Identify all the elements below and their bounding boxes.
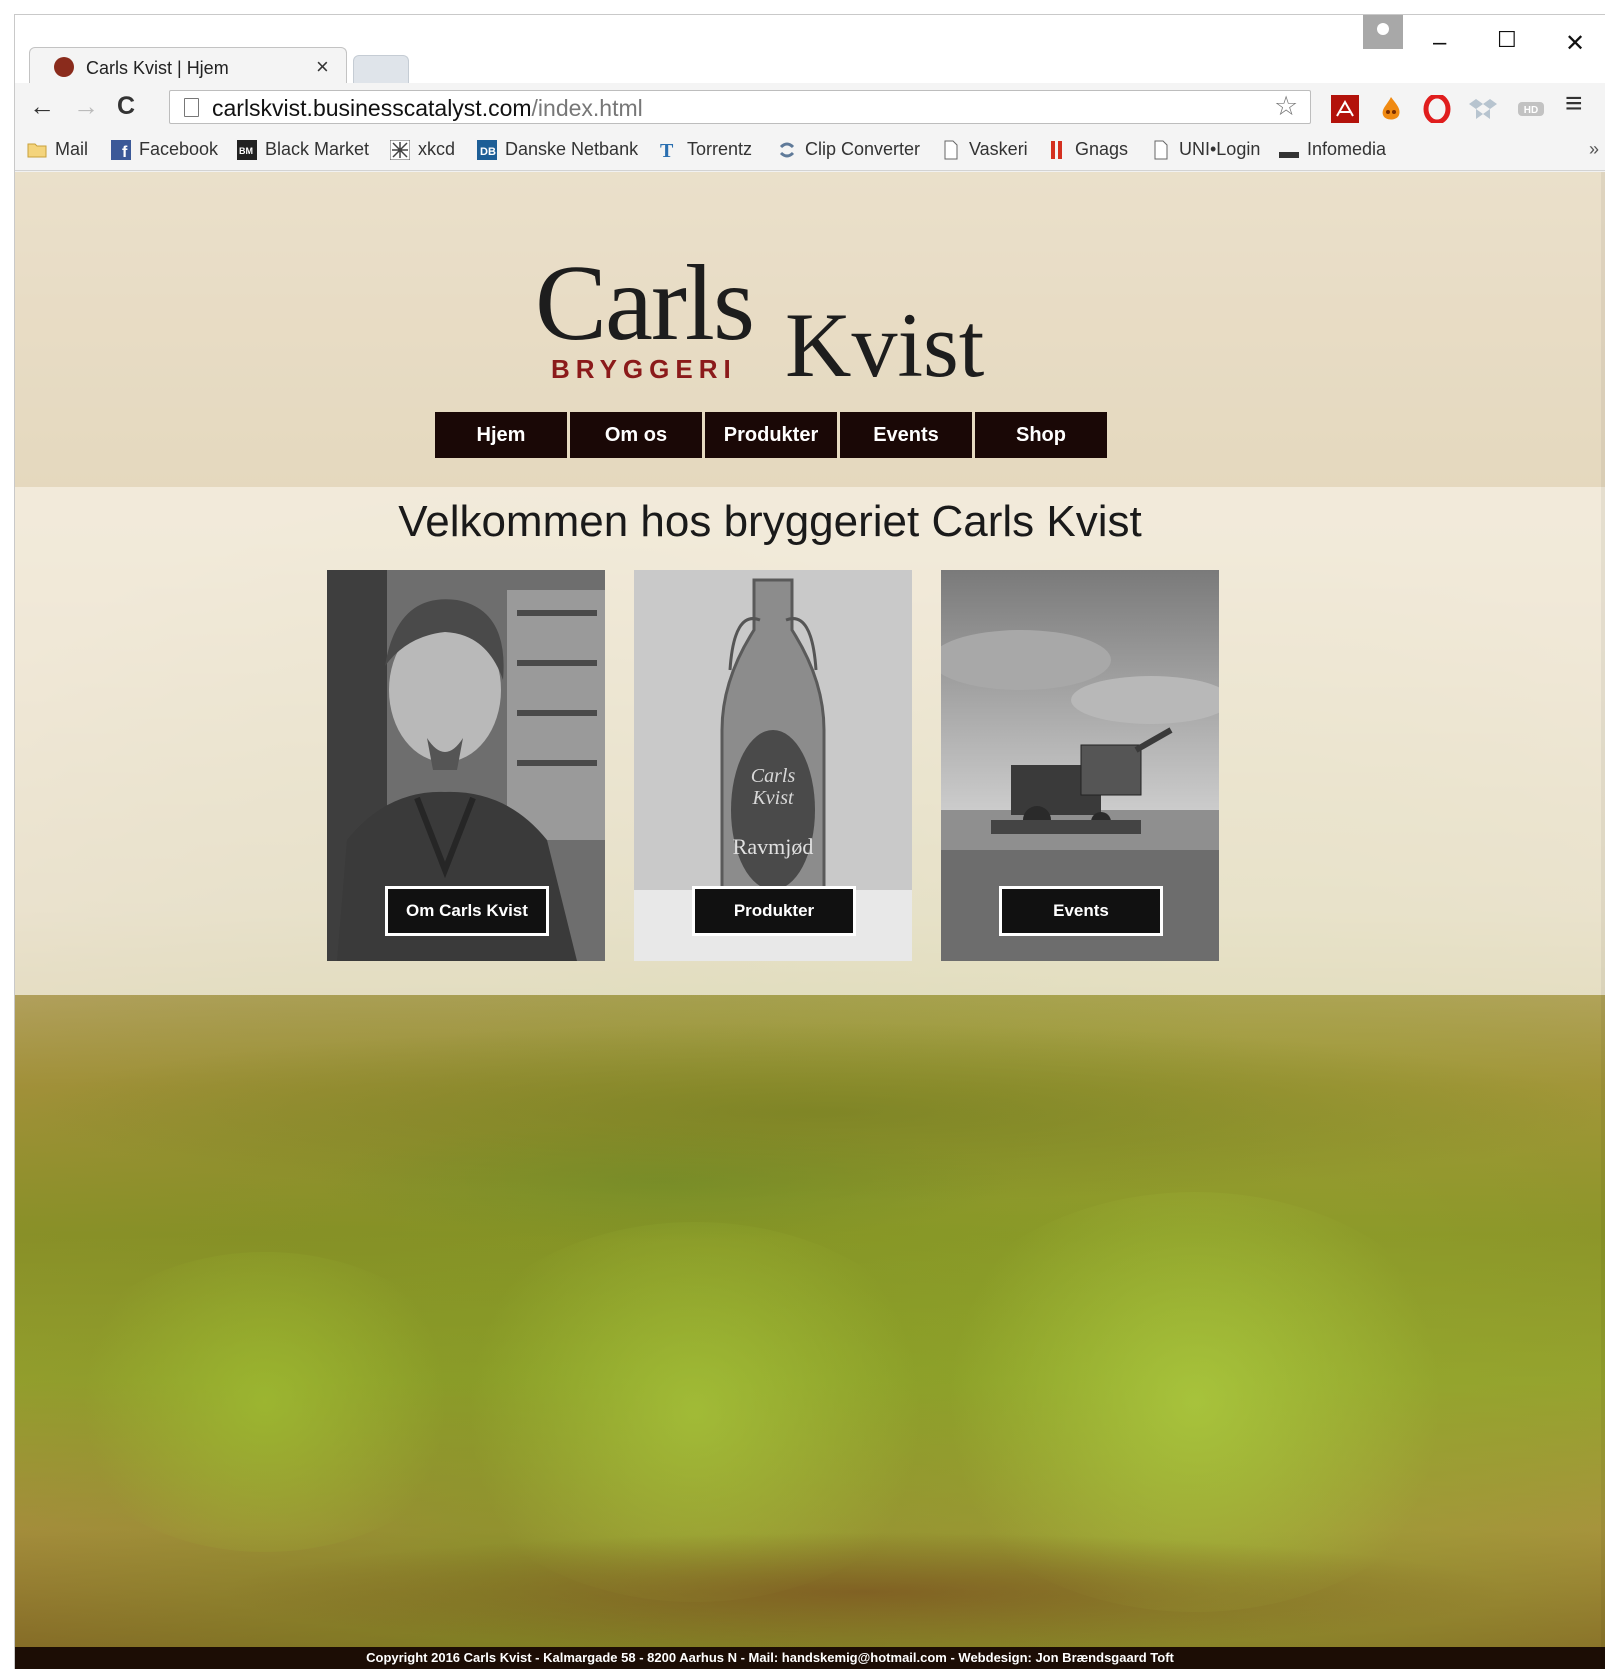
- bookmark-label: UNI•Login: [1179, 139, 1261, 159]
- tab-close-icon[interactable]: ×: [316, 54, 329, 80]
- page-icon: [944, 140, 958, 159]
- events-button[interactable]: Events: [999, 886, 1163, 936]
- bookmark-label: Danske Netbank: [505, 139, 639, 159]
- profile-avatar-icon[interactable]: [1363, 15, 1403, 49]
- bookmark-clip-converter[interactable]: Clip Converter: [777, 139, 920, 160]
- folder-icon: [27, 143, 47, 157]
- card-produkter[interactable]: Carls Kvist Ravmjød Produkter: [634, 570, 912, 961]
- svg-text:f: f: [122, 144, 128, 160]
- svg-text:T: T: [660, 140, 674, 160]
- close-window-icon[interactable]: ✕: [1565, 29, 1585, 58]
- bookmark-vaskeri[interactable]: Vaskeri: [941, 139, 1028, 160]
- nav-hjem[interactable]: Hjem: [435, 412, 567, 458]
- footer-copyright: Copyright 2016 Carls Kvist - Kalmargade …: [366, 1650, 1174, 1665]
- bookmark-label: Torrentz: [687, 139, 753, 159]
- welcome-heading: Velkommen hos bryggeriet Carls Kvist: [398, 497, 1142, 546]
- bookmark-infomedia[interactable]: Infomedia: [1279, 139, 1386, 160]
- bookmark-gnags[interactable]: Gnags: [1047, 139, 1128, 160]
- logo-bryggeri: BRYGGERI: [551, 354, 737, 384]
- bookmark-mail[interactable]: Mail: [27, 139, 88, 160]
- bookmark-danske-netbank[interactable]: DB Danske Netbank: [477, 139, 638, 160]
- torrentz-icon: T: [660, 140, 674, 160]
- bottle-label-text: Carls: [751, 765, 796, 787]
- reload-icon[interactable]: C: [117, 92, 135, 121]
- clip-converter-icon: [779, 142, 795, 157]
- bookmarks-bar: Mail f Facebook BM Black Market xkcd DB …: [15, 131, 1605, 171]
- site-favicon-icon: [54, 57, 74, 77]
- browser-window: Carls Kvist | Hjem × – ☐ ✕ ← → C carlskv…: [14, 14, 1605, 1669]
- adobe-acrobat-icon[interactable]: [1331, 95, 1359, 123]
- address-bar[interactable]: carlskvist.businesscatalyst.com/index.ht…: [169, 90, 1311, 124]
- bookmark-label: Clip Converter: [805, 139, 921, 159]
- bookmark-label: Black Market: [265, 139, 370, 159]
- minimize-icon[interactable]: –: [1433, 29, 1446, 57]
- main-navigation: Hjem Om os Produkter Events Shop: [435, 412, 1107, 458]
- page-icon: [1154, 140, 1168, 159]
- infomedia-icon: [1279, 151, 1299, 158]
- bookmark-torrentz[interactable]: T Torrentz: [659, 139, 752, 160]
- danske-icon: DB: [477, 139, 497, 160]
- hd-extension-icon[interactable]: HD: [1517, 95, 1545, 123]
- produkter-button[interactable]: Produkter: [692, 886, 856, 936]
- om-carls-kvist-button[interactable]: Om Carls Kvist: [385, 886, 549, 936]
- facebook-icon: f: [111, 139, 131, 160]
- bookmark-black-market[interactable]: BM Black Market: [237, 139, 369, 160]
- bookmark-xkcd[interactable]: xkcd: [390, 139, 455, 160]
- back-arrow-icon[interactable]: ←: [29, 91, 55, 122]
- svg-text:BM: BM: [239, 146, 253, 156]
- bookmark-uni-login[interactable]: UNI•Login: [1151, 139, 1260, 160]
- nav-events[interactable]: Events: [840, 412, 972, 458]
- bookmark-label: Mail: [55, 139, 89, 159]
- black-market-icon: BM: [237, 139, 257, 160]
- svg-text:DB: DB: [480, 146, 496, 158]
- bookmarks-overflow-chevron-icon[interactable]: »: [1589, 139, 1599, 160]
- opera-icon[interactable]: [1423, 95, 1451, 123]
- xkcd-icon: [390, 139, 410, 160]
- logo-kvist: Kvist: [785, 294, 985, 396]
- page-icon: [184, 98, 199, 117]
- bookmark-label: xkcd: [418, 139, 456, 159]
- card-om-carls-kvist[interactable]: Om Carls Kvist: [327, 570, 605, 961]
- svg-text:HD: HD: [1524, 105, 1538, 116]
- bottle-label-text: Kvist: [751, 787, 794, 809]
- tab-title: Carls Kvist | Hjem: [86, 58, 229, 78]
- new-tab-button[interactable]: [353, 55, 409, 83]
- dropbox-icon[interactable]: [1469, 95, 1497, 123]
- nav-shop[interactable]: Shop: [975, 412, 1107, 458]
- bookmark-star-icon[interactable]: ☆: [1274, 91, 1298, 122]
- forward-arrow-icon[interactable]: →: [73, 91, 99, 122]
- tab-active[interactable]: Carls Kvist | Hjem ×: [29, 47, 347, 85]
- browser-toolbar: ← → C carlskvist.businesscatalyst.com/in…: [15, 83, 1605, 131]
- tab-strip: Carls Kvist | Hjem × – ☐ ✕: [15, 15, 1605, 85]
- bookmark-label: Facebook: [139, 139, 219, 159]
- bookmark-label: Vaskeri: [969, 139, 1028, 159]
- bookmark-label: Infomedia: [1307, 139, 1387, 159]
- url-text: carlskvist.businesscatalyst.com/index.ht…: [212, 95, 643, 121]
- gnags-icon: [1051, 140, 1062, 159]
- honey-extension-icon[interactable]: [1377, 95, 1405, 123]
- nav-produkter[interactable]: Produkter: [705, 412, 837, 458]
- web-page: Carls Kvist BRYGGERI Hjem Om os Produkte…: [15, 172, 1605, 1669]
- bottle-label-text: Ravmjød: [733, 834, 814, 859]
- scrollbar[interactable]: [1601, 172, 1605, 1669]
- bookmark-facebook[interactable]: f Facebook: [111, 139, 218, 160]
- nav-om-os[interactable]: Om os: [570, 412, 702, 458]
- carls-kvist-logo[interactable]: Carls Kvist BRYGGERI: [535, 242, 1015, 396]
- maximize-icon[interactable]: ☐: [1497, 27, 1517, 53]
- card-events[interactable]: Events: [941, 570, 1219, 961]
- menu-icon[interactable]: ≡: [1565, 87, 1583, 121]
- site-footer: Copyright 2016 Carls Kvist - Kalmargade …: [15, 1647, 1605, 1669]
- bookmark-label: Gnags: [1075, 139, 1129, 159]
- logo-carls: Carls: [535, 244, 755, 363]
